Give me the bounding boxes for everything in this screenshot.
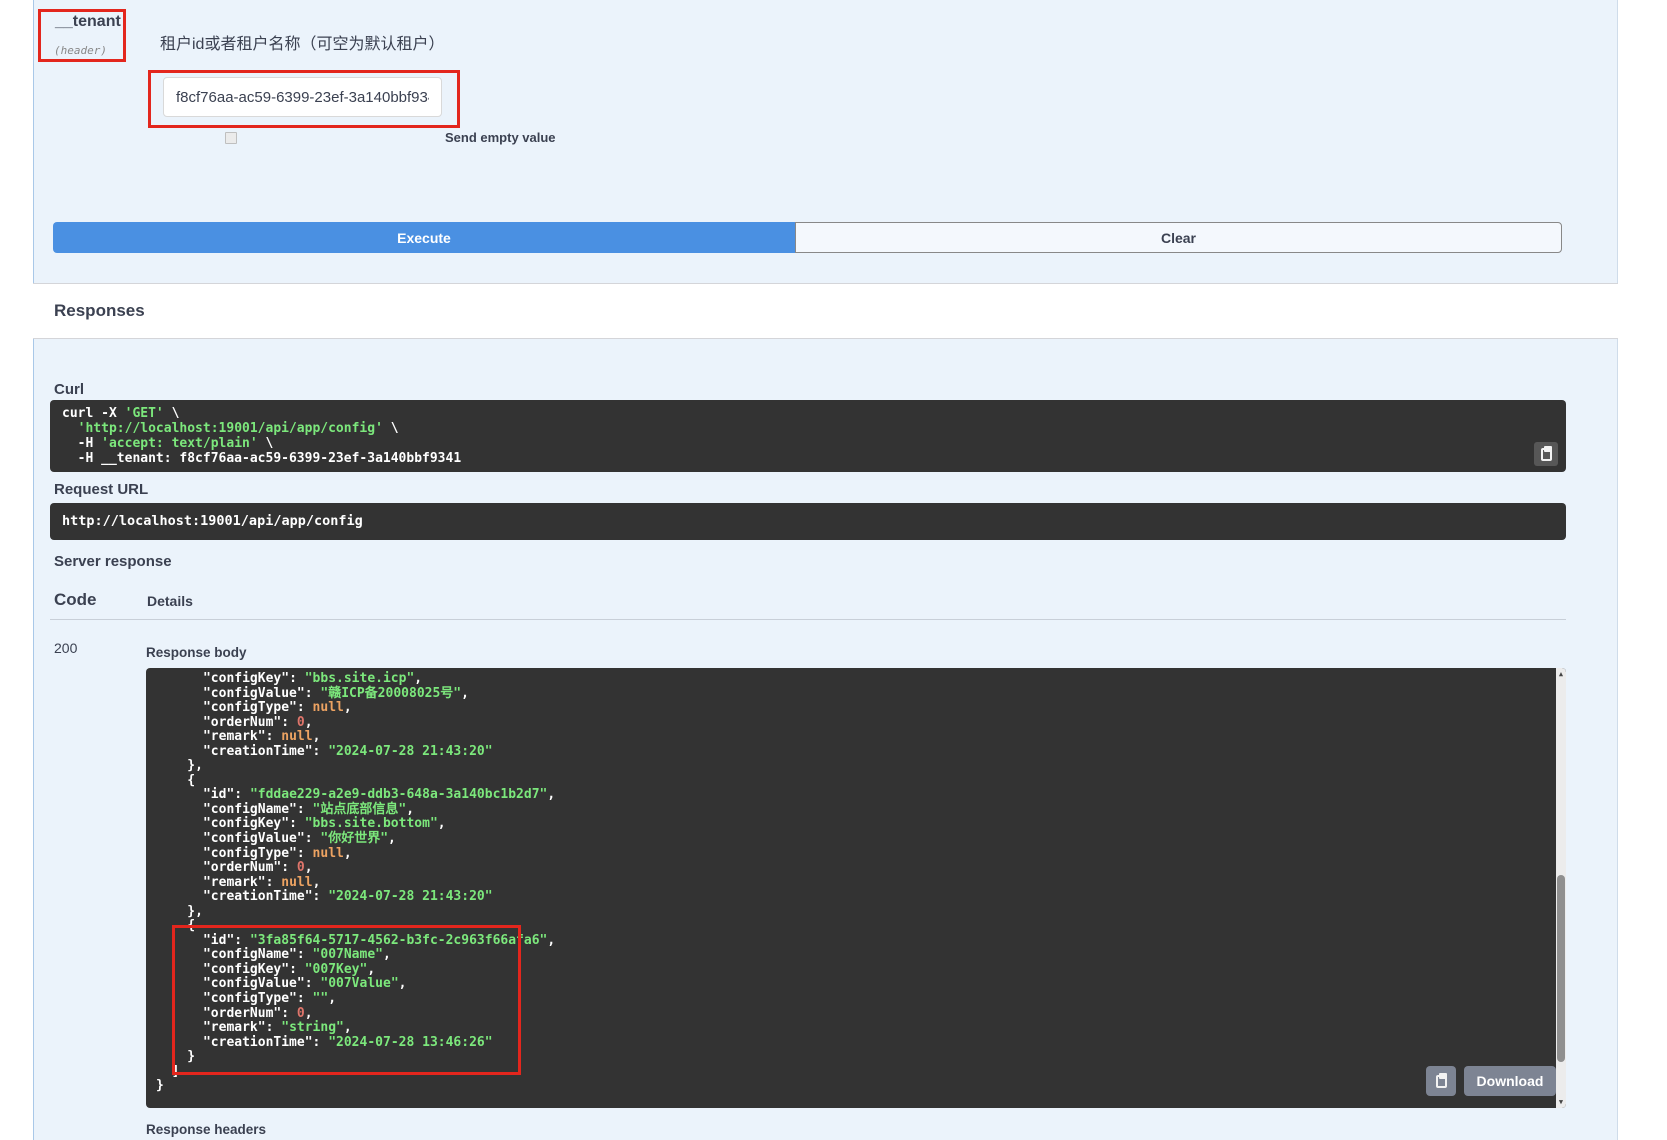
request-url-value: http://localhost:19001/api/app/config — [62, 513, 1554, 530]
triangle-up-icon[interactable]: ▲ — [1556, 668, 1566, 680]
curl-code-block: curl -X 'GET' \ 'http://localhost:19001/… — [50, 400, 1566, 472]
send-empty-value-checkbox[interactable] — [225, 132, 237, 144]
parameter-description: 租户id或者租户名称（可空为默认租户） — [160, 30, 444, 54]
response-body-code-block: "configKey": "bbs.site.icp", "configValu… — [146, 668, 1566, 1108]
tenant-value-input[interactable] — [163, 77, 442, 117]
execute-button[interactable]: Execute — [53, 222, 795, 253]
response-headers-label: Response headers — [146, 1122, 266, 1137]
copy-curl-button[interactable] — [1534, 442, 1558, 466]
download-button[interactable]: Download — [1464, 1066, 1556, 1096]
clipboard-icon — [1436, 1075, 1447, 1088]
code-column-header: Code — [54, 590, 97, 610]
curl-label: Curl — [54, 381, 84, 398]
scrollbar-thumb[interactable] — [1557, 875, 1565, 1062]
parameter-location: (header) — [54, 44, 107, 57]
parameter-name: __tenant — [55, 13, 121, 31]
clear-button[interactable]: Clear — [795, 222, 1562, 253]
copy-response-button[interactable] — [1426, 1066, 1456, 1096]
table-divider — [50, 619, 1566, 620]
response-body-json-text: "configKey": "bbs.site.icp", "configValu… — [156, 672, 1556, 1094]
clipboard-icon — [1541, 448, 1552, 461]
status-code: 200 — [54, 640, 77, 656]
triangle-down-icon[interactable]: ▼ — [1556, 1096, 1566, 1108]
curl-command-text: curl -X 'GET' \ 'http://localhost:19001/… — [62, 406, 1554, 466]
request-url-label: Request URL — [54, 481, 148, 498]
send-empty-value-label: Send empty value — [445, 130, 556, 145]
responses-title: Responses — [54, 301, 145, 321]
responses-section-header: Responses — [33, 283, 1618, 339]
swagger-ui-page: __tenant (header) 租户id或者租户名称（可空为默认租户） Se… — [0, 0, 1667, 1140]
details-column-header: Details — [147, 593, 193, 609]
server-response-label: Server response — [54, 553, 172, 570]
response-body-scrollbar[interactable]: ▲ ▼ — [1556, 668, 1566, 1108]
response-body-label: Response body — [146, 645, 247, 660]
request-url-block: http://localhost:19001/api/app/config — [50, 503, 1566, 540]
